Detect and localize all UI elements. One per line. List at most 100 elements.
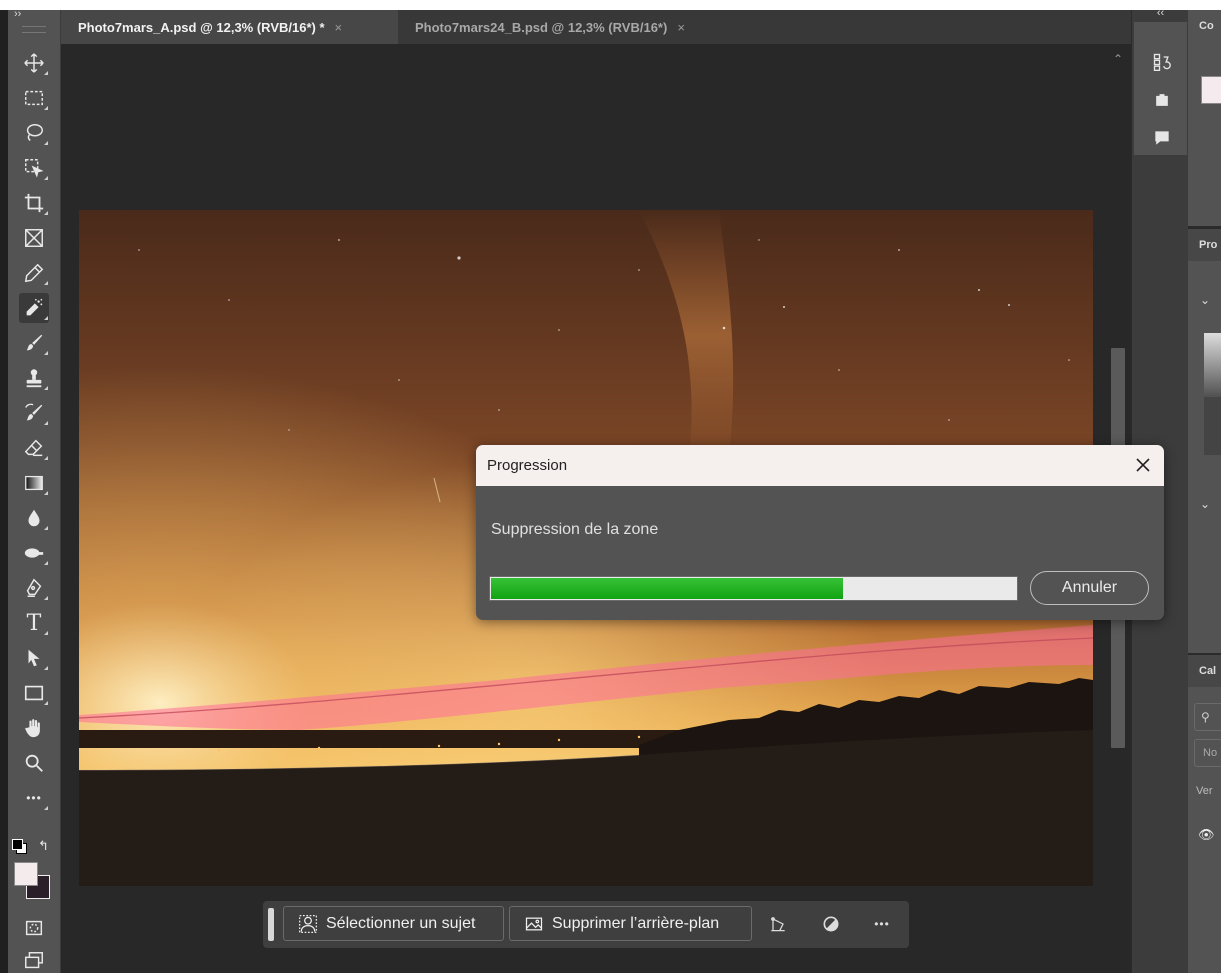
select-subject-icon <box>299 914 317 933</box>
screen-mode-icon <box>25 952 43 969</box>
marquee-tool[interactable] <box>19 83 49 113</box>
transform-icon[interactable] <box>766 912 790 936</box>
hand-tool[interactable] <box>19 713 49 743</box>
cancel-button[interactable]: Annuler <box>1030 571 1149 605</box>
select-subject-label: Sélectionner un sujet <box>326 914 476 932</box>
path-selection-icon <box>28 649 40 667</box>
blend-mode-select[interactable]: No <box>1194 739 1221 767</box>
zoom-icon <box>25 754 43 772</box>
type-icon: T <box>26 610 42 636</box>
tab-title: Photo7mars_A.psd @ 12,3% (RVB/16*) * <box>78 19 325 35</box>
dodge-tool[interactable] <box>19 538 49 568</box>
gradient-icon <box>25 475 43 491</box>
properties-block <box>1204 397 1221 455</box>
eyedropper-icon <box>24 263 44 283</box>
more-icon: ••• <box>26 791 42 805</box>
chevron-down-icon[interactable]: ⌄ <box>1200 293 1210 307</box>
move-tool[interactable] <box>19 48 49 78</box>
scroll-up-icon[interactable]: ⌃ <box>1113 52 1123 66</box>
clone-stamp-icon <box>26 369 42 388</box>
crop-icon <box>24 193 44 213</box>
eraser-icon <box>24 439 43 457</box>
object-selection-icon <box>25 159 44 178</box>
collapse-panels-toggle[interactable]: ‹‹ <box>1132 8 1189 20</box>
contextual-task-bar: Sélectionner un sujet Supprimer l’arrièr… <box>263 901 909 948</box>
brush-tool[interactable] <box>19 328 49 358</box>
move-icon <box>24 53 44 73</box>
remove-tool-icon <box>26 298 43 316</box>
lasso-tool[interactable] <box>19 118 49 148</box>
layers-panel-header[interactable]: Cal <box>1188 655 1221 687</box>
dodge-icon <box>24 548 44 558</box>
swap-colors-icon[interactable]: ↰ <box>38 838 49 854</box>
zoom-tool[interactable] <box>19 748 49 778</box>
remove-tool[interactable] <box>19 293 49 323</box>
close-icon[interactable] <box>1134 456 1152 474</box>
properties-panel-header[interactable]: Pro <box>1188 229 1221 261</box>
object-selection-tool[interactable] <box>19 153 49 183</box>
panel-foreground-swatch[interactable] <box>1201 76 1221 104</box>
eraser-tool[interactable] <box>19 433 49 463</box>
stamp-tool[interactable] <box>19 363 49 393</box>
progress-dialog: Progression Suppression de la zone Annul… <box>476 445 1164 620</box>
history-brush-icon <box>25 403 43 421</box>
remove-background-button[interactable]: Supprimer l’arrière-plan <box>509 906 752 941</box>
progress-bar <box>489 576 1018 601</box>
chevron-down-icon[interactable]: ⌄ <box>1200 497 1210 511</box>
layers-panel: Cal ⚲ No Ver 👁 <box>1188 655 1221 973</box>
color-panel: Co <box>1188 10 1221 226</box>
gradient-tool[interactable] <box>19 468 49 498</box>
more-tools[interactable]: ••• <box>19 783 49 813</box>
more-options-icon[interactable]: ••• <box>870 912 894 936</box>
quick-mask-tool[interactable] <box>19 913 49 943</box>
rectangle-tool[interactable] <box>19 678 49 708</box>
comments-icon[interactable] <box>1150 126 1174 150</box>
image-icon <box>525 917 543 930</box>
properties-panel: Pro ⌄ ⌄ <box>1188 229 1221 653</box>
history-brush-tool[interactable] <box>19 398 49 428</box>
frame-icon <box>25 229 43 247</box>
brush-icon <box>26 334 43 351</box>
layers-search-icon[interactable]: ⚲ <box>1194 703 1221 731</box>
screen-mode-tool[interactable] <box>19 946 49 976</box>
layer-thumbnail <box>1204 333 1221 395</box>
crop-tool[interactable] <box>19 188 49 218</box>
tab-title: Photo7mars24_B.psd @ 12,3% (RVB/16*) <box>415 19 668 35</box>
eyedropper-tool[interactable] <box>19 258 49 288</box>
right-panels: Co Pro ⌄ ⌄ Cal ⚲ No Ver 👁 <box>1188 10 1221 973</box>
tab-close-icon[interactable]: × <box>677 20 685 35</box>
layer-visibility-eye-icon[interactable]: 👁 <box>1198 827 1215 843</box>
blur-drop-icon <box>28 509 40 527</box>
tools-panel: ›› T ••• ↰ <box>8 9 61 976</box>
pen-icon <box>26 578 42 597</box>
toolbar-grip[interactable] <box>22 26 46 33</box>
dialog-titlebar[interactable]: Progression <box>476 445 1164 486</box>
history-icon[interactable] <box>1150 50 1174 74</box>
hand-icon <box>25 719 40 738</box>
tab-photo7mars24-b[interactable]: Photo7mars24_B.psd @ 12,3% (RVB/16*) × <box>398 10 738 44</box>
expand-toolbar-toggle[interactable]: ›› <box>8 9 60 24</box>
dialog-title: Progression <box>487 457 568 474</box>
remove-background-label: Supprimer l’arrière-plan <box>552 914 720 932</box>
quick-mask-icon <box>25 920 43 936</box>
lasso-icon <box>26 124 43 141</box>
foreground-color-swatch[interactable] <box>14 862 38 886</box>
tab-close-icon[interactable]: × <box>335 20 343 35</box>
frame-tool[interactable] <box>19 223 49 253</box>
select-subject-button[interactable]: Sélectionner un sujet <box>283 906 504 941</box>
blur-tool[interactable] <box>19 503 49 533</box>
dock-icons-group <box>1134 22 1187 155</box>
taskbar-drag-handle[interactable] <box>268 908 274 941</box>
pen-tool[interactable] <box>19 573 49 603</box>
color-panel-header[interactable]: Co <box>1188 10 1221 42</box>
rectangle-shape-icon <box>24 685 44 701</box>
path-selection-tool[interactable] <box>19 643 49 673</box>
default-colors-icon[interactable] <box>12 839 27 854</box>
tab-photo7mars-a[interactable]: Photo7mars_A.psd @ 12,3% (RVB/16*) * × <box>61 10 398 44</box>
libraries-icon[interactable] <box>1150 88 1174 112</box>
type-tool[interactable]: T <box>19 608 49 638</box>
lock-label: Ver <box>1196 785 1213 797</box>
adjustment-icon[interactable] <box>819 912 843 936</box>
rectangular-marquee-icon <box>25 90 43 106</box>
document-tabs: Photo7mars_A.psd @ 12,3% (RVB/16*) * × P… <box>61 10 1131 44</box>
